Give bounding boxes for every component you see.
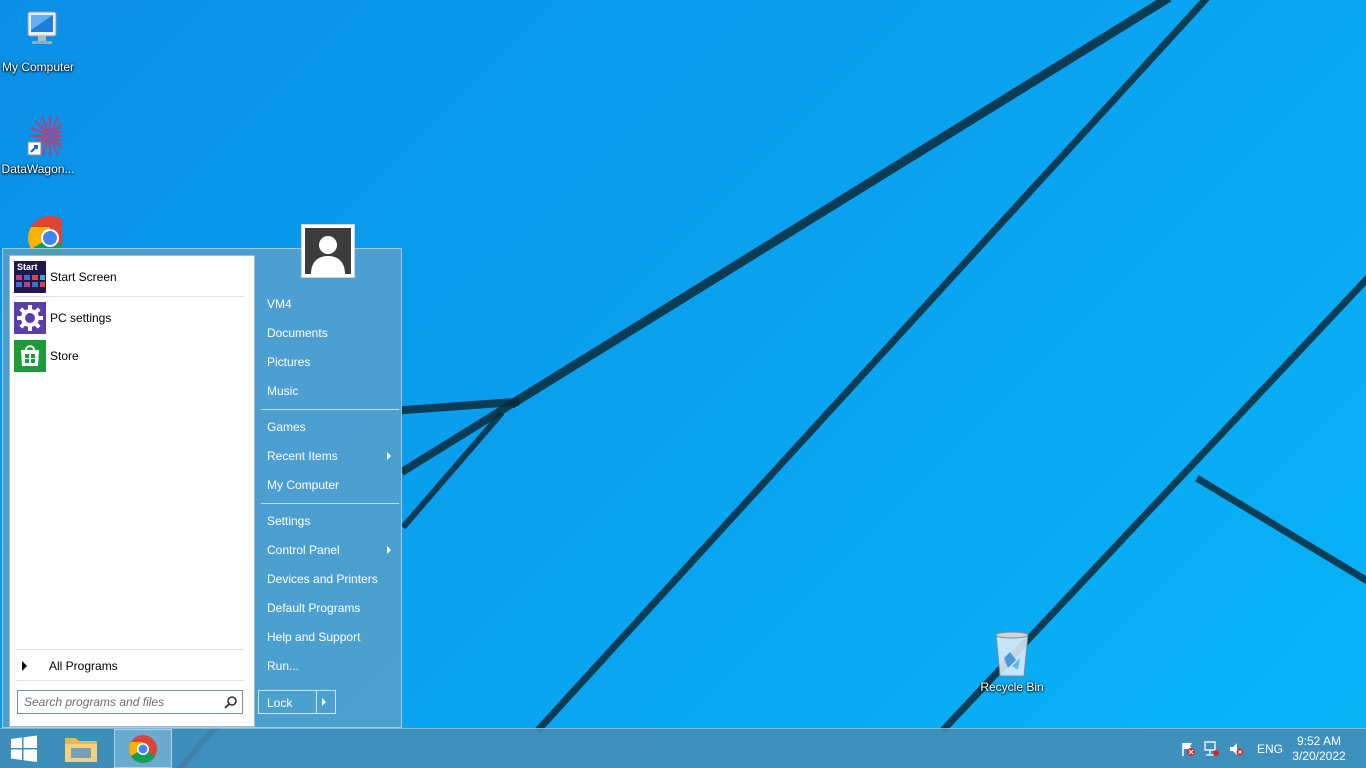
desktop-icon-my-computer[interactable]: My Computer bbox=[0, 10, 76, 74]
desktop-icon-datawagon[interactable]: DataWagon... bbox=[0, 112, 76, 176]
store-icon bbox=[14, 340, 46, 372]
desktop-icon-label: My Computer bbox=[1, 60, 75, 74]
pinned-label: Start Screen bbox=[50, 270, 117, 284]
pinned-start-screen[interactable]: Start Start Screen bbox=[14, 260, 248, 294]
divider bbox=[16, 296, 244, 297]
taskbar: ENG 9:52 AM 3/20/2022 bbox=[0, 728, 1366, 768]
start-tile-text: Start bbox=[17, 262, 38, 272]
start-item-control-panel[interactable]: Control Panel bbox=[261, 538, 397, 562]
desktop-icon-label: DataWagon... bbox=[1, 162, 75, 176]
start-item-label: My Computer bbox=[267, 478, 340, 492]
search-input[interactable] bbox=[18, 691, 226, 713]
lock-label: Lock bbox=[267, 696, 293, 710]
start-item-documents[interactable]: Documents bbox=[261, 321, 397, 345]
start-item-devices-and-printers[interactable]: Devices and Printers bbox=[261, 567, 397, 591]
start-item-label: Music bbox=[267, 384, 299, 398]
desktop-icon-label: Recycle Bin bbox=[980, 680, 1044, 694]
folder-icon bbox=[65, 738, 97, 762]
start-item-label: Help and Support bbox=[267, 630, 361, 644]
recycle-bin-icon bbox=[988, 630, 1036, 678]
desktop: My Computer DataWagon... Recycle Bin Sta… bbox=[0, 0, 1366, 768]
start-item-run[interactable]: Run... bbox=[261, 654, 397, 678]
start-menu: Start Start Screen PC settings Store All… bbox=[2, 224, 402, 728]
clock[interactable]: 9:52 AM 3/20/2022 bbox=[1289, 734, 1349, 764]
submenu-arrow-icon bbox=[387, 546, 391, 554]
start-item-my-computer[interactable]: My Computer bbox=[261, 473, 397, 497]
desktop-icon-recycle-bin[interactable]: Recycle Bin bbox=[974, 630, 1050, 694]
gear-icon bbox=[14, 302, 46, 334]
start-item-label: Documents bbox=[267, 326, 328, 340]
chrome-button[interactable] bbox=[114, 729, 172, 768]
all-programs-button[interactable]: All Programs bbox=[14, 656, 248, 676]
action-center-flag-icon[interactable] bbox=[1180, 741, 1196, 757]
search-box[interactable] bbox=[17, 690, 243, 714]
lock-button[interactable]: Lock bbox=[258, 690, 336, 714]
start-item-pictures[interactable]: Pictures bbox=[261, 350, 397, 374]
start-item-label: Control Panel bbox=[267, 543, 340, 557]
start-item-label: Default Programs bbox=[267, 601, 361, 615]
chrome-icon bbox=[129, 735, 157, 763]
divider bbox=[316, 691, 317, 713]
start-button[interactable] bbox=[0, 729, 48, 768]
divider bbox=[16, 680, 244, 681]
user-picture[interactable] bbox=[301, 224, 355, 278]
triangle-right-icon bbox=[22, 661, 27, 671]
start-item-label: Pictures bbox=[267, 355, 311, 369]
divider bbox=[261, 409, 399, 410]
start-item-label: Recent Items bbox=[267, 449, 338, 463]
pinned-label: PC settings bbox=[50, 311, 112, 325]
search-icon[interactable] bbox=[224, 695, 238, 709]
clock-date: 3/20/2022 bbox=[1292, 749, 1346, 763]
start-item-settings[interactable]: Settings bbox=[261, 509, 397, 533]
user-avatar-icon bbox=[305, 228, 351, 274]
input-language-indicator[interactable]: ENG bbox=[1257, 742, 1283, 756]
file-explorer-button[interactable] bbox=[58, 729, 104, 768]
pinned-label: Store bbox=[50, 349, 79, 363]
windows-logo-icon bbox=[11, 735, 37, 762]
start-menu-programs-pane: Start Start Screen PC settings Store All… bbox=[9, 255, 255, 727]
divider bbox=[16, 649, 244, 650]
clock-time: 9:52 AM bbox=[1296, 734, 1342, 748]
lock-options-arrow-icon[interactable] bbox=[322, 698, 326, 706]
start-item-label: Run... bbox=[267, 659, 300, 673]
start-item-music[interactable]: Music bbox=[261, 379, 397, 403]
start-item-help-and-support[interactable]: Help and Support bbox=[261, 625, 397, 649]
start-item-games[interactable]: Games bbox=[261, 415, 397, 439]
computer-icon bbox=[14, 10, 62, 58]
all-programs-label: All Programs bbox=[49, 659, 118, 673]
start-item-recent-items[interactable]: Recent Items bbox=[261, 444, 397, 468]
start-screen-icon: Start bbox=[14, 261, 46, 293]
pinned-store[interactable]: Store bbox=[14, 339, 248, 373]
start-item-label: Devices and Printers bbox=[267, 572, 378, 586]
start-item-vm4[interactable]: VM4 bbox=[261, 292, 397, 316]
datawagon-icon bbox=[14, 112, 70, 160]
start-item-label: Games bbox=[267, 420, 306, 434]
start-item-label: Settings bbox=[267, 514, 311, 528]
network-icon[interactable] bbox=[1204, 741, 1220, 757]
divider bbox=[261, 503, 399, 504]
submenu-arrow-icon bbox=[387, 452, 391, 460]
start-item-label: VM4 bbox=[267, 297, 292, 311]
volume-muted-icon[interactable] bbox=[1228, 741, 1244, 757]
start-item-default-programs[interactable]: Default Programs bbox=[261, 596, 397, 620]
pinned-pc-settings[interactable]: PC settings bbox=[14, 301, 248, 335]
